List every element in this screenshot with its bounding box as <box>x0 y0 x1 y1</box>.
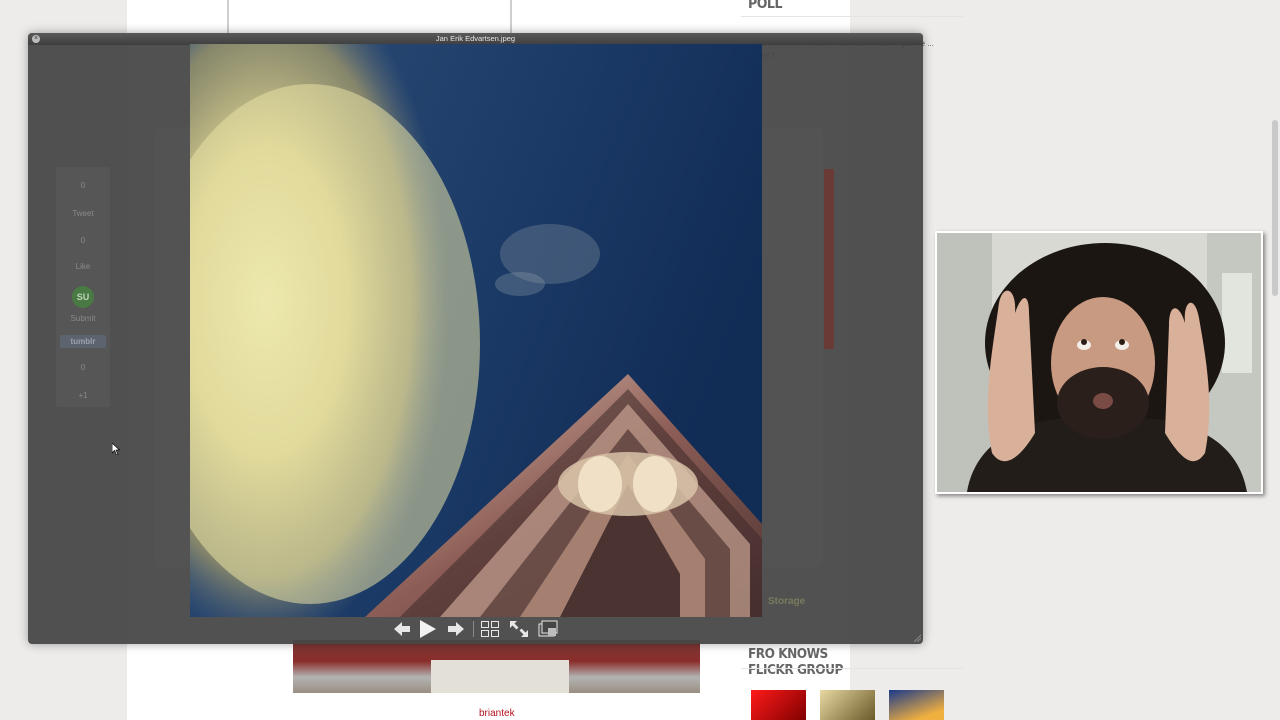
tweet-label: Tweet <box>72 209 94 218</box>
decorative-cord <box>227 0 229 34</box>
background-image-ghost <box>824 169 834 349</box>
share-count: 0 <box>80 181 86 190</box>
page-scrollbar[interactable] <box>1272 120 1278 296</box>
next-arrow-icon[interactable] <box>446 619 466 639</box>
flickr-thumbnail[interactable] <box>820 690 875 720</box>
flickr-thumbnail[interactable] <box>751 690 806 720</box>
like-label: Like <box>75 262 91 271</box>
presenter-video <box>937 233 1261 492</box>
quicklook-window[interactable]: Storage 0 Tweet 0 Like SU Submit tumblr … <box>28 33 923 644</box>
stumbleupon-icon: SU <box>72 286 94 308</box>
tumblr-icon: tumblr <box>60 335 106 348</box>
play-icon[interactable] <box>418 619 438 639</box>
plus-one-label: +1 <box>78 391 88 400</box>
decorative-cord <box>510 0 512 34</box>
previous-arrow-icon[interactable] <box>392 619 412 639</box>
divider <box>473 621 474 637</box>
mouse-cursor-icon <box>112 443 120 455</box>
post-author-link[interactable]: briantek <box>479 708 515 719</box>
poll-heading: POLL <box>748 0 782 12</box>
share-count: 0 <box>80 363 86 372</box>
preview-photo <box>190 44 762 617</box>
stumble-label: Submit <box>70 314 96 323</box>
like-count: 0 <box>80 236 86 245</box>
flickr-group-heading: FRO KNOWS FLICKR GROUP <box>748 646 843 678</box>
building-sky-photo <box>190 44 762 617</box>
quicklook-controls <box>388 617 568 641</box>
post-image-pedestal <box>431 660 569 693</box>
divider <box>741 16 963 17</box>
index-sheet-icon[interactable] <box>480 619 500 639</box>
window-title: Jan Erik Edvartsen.jpeg <box>435 34 516 43</box>
flickr-thumbnail[interactable] <box>889 690 944 720</box>
webcam-inset <box>935 231 1263 494</box>
fullscreen-icon[interactable] <box>509 619 529 639</box>
background-text-ghost: Storage <box>768 596 806 607</box>
divider <box>741 668 963 669</box>
add-to-iphoto-icon[interactable] <box>538 619 558 639</box>
resize-grip-icon[interactable] <box>913 634 921 642</box>
